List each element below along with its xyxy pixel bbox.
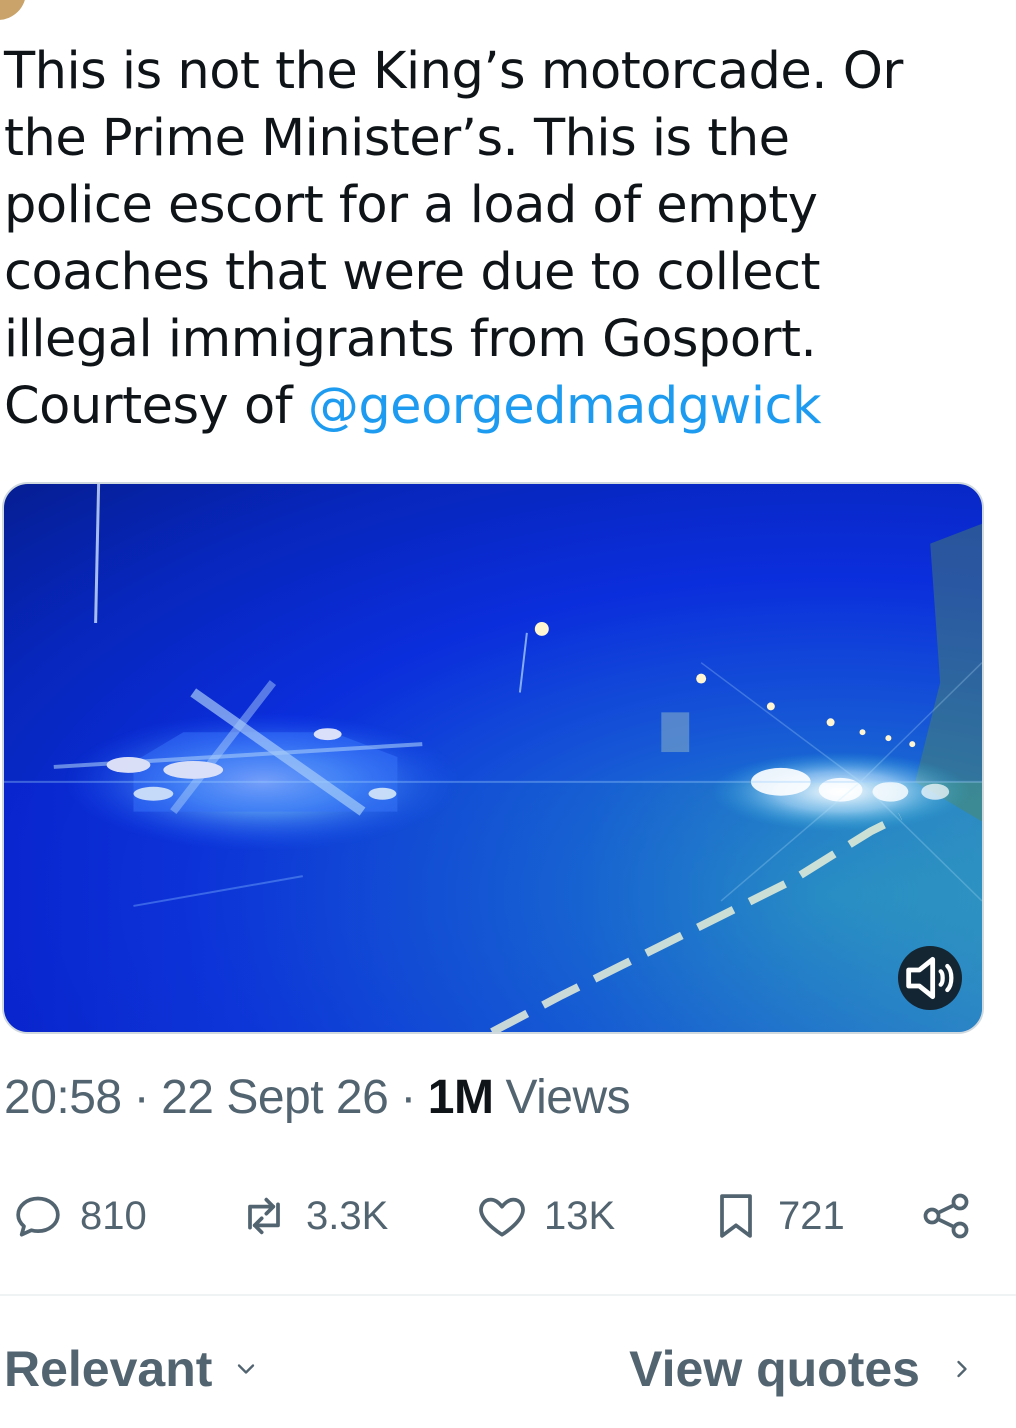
reply-icon: [16, 1196, 60, 1237]
view-quotes-label: View quotes: [629, 1341, 920, 1397]
street-light: [885, 735, 892, 742]
sound-toggle-button[interactable]: [898, 946, 962, 1010]
author-header-clipped: [0, 0, 600, 20]
speaker-muted-icon: [906, 956, 954, 1000]
headlight: [921, 783, 950, 800]
share-button[interactable]: [918, 1180, 974, 1252]
street-light: [859, 729, 866, 736]
chevron-down-icon: [238, 1364, 255, 1374]
bookmark-count: 721: [778, 1193, 845, 1238]
street-light: [909, 741, 916, 748]
sort-label: Relevant: [4, 1341, 213, 1397]
video-player[interactable]: [2, 482, 984, 1034]
video-frame: [4, 484, 982, 1032]
mention-link[interactable]: @georgedmadgwick: [308, 377, 822, 436]
avatar[interactable]: [0, 0, 26, 20]
action-bar: 810 3.3K 13K 721: [0, 1180, 1016, 1252]
like-count: 13K: [544, 1193, 616, 1238]
tweet-text: This is not the King’s motorcade. Or the…: [4, 38, 1004, 440]
chevron-right-icon: [957, 1360, 967, 1378]
reply-button[interactable]: 810: [10, 1180, 147, 1252]
tweet-text-line: Courtesy of @georgedmadgwick: [4, 373, 1004, 440]
tweet-text-line: police escort for a load of empty: [4, 176, 818, 235]
views-label: Views: [505, 1071, 631, 1124]
road-sign: [661, 712, 690, 753]
views-count: 1M: [427, 1071, 494, 1124]
replies-toolbar: Relevant View quotes: [0, 1340, 1016, 1410]
repost-icon: [248, 1197, 280, 1235]
bookmark-icon: [720, 1194, 752, 1238]
tweet-text-line: coaches that were due to collect: [4, 243, 821, 302]
heart-icon: [479, 1197, 525, 1237]
share-icon: [923, 1193, 969, 1239]
separator-dot: ·: [400, 1071, 416, 1124]
tweet-time[interactable]: 20:58: [4, 1070, 122, 1125]
tweet-date[interactable]: 22 Sept 26: [161, 1070, 389, 1125]
like-button[interactable]: 13K: [474, 1180, 615, 1252]
separator-dot: ·: [133, 1071, 150, 1124]
view-quotes-link[interactable]: View quotes: [629, 1340, 976, 1398]
tweet-meta: 20:58 · 22 Sept 26 · 1M Views: [4, 1070, 631, 1125]
repost-count: 3.3K: [306, 1193, 389, 1238]
tweet-text-line: This is not the King’s motorcade. Or: [4, 42, 903, 101]
street-light: [534, 621, 549, 636]
bookmark-button[interactable]: 721: [708, 1180, 845, 1252]
repost-button[interactable]: 3.3K: [236, 1180, 388, 1252]
divider: [0, 1294, 1016, 1296]
street-light: [826, 718, 835, 727]
sort-dropdown[interactable]: Relevant: [4, 1340, 260, 1398]
tweet-text-line: illegal immigrants from Gosport.: [4, 310, 817, 369]
reply-count: 810: [80, 1193, 147, 1238]
tweet-text-courtesy: Courtesy of: [4, 377, 308, 436]
street-light: [766, 702, 775, 711]
street-light: [696, 673, 707, 684]
tweet-text-line: the Prime Minister’s. This is the: [4, 109, 790, 168]
